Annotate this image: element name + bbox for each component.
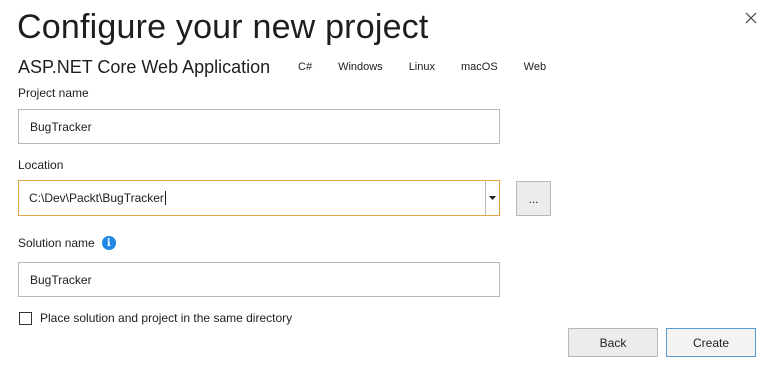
location-dropdown-button[interactable] [485,181,499,215]
tag-platform-windows: Windows [338,61,383,73]
location-combobox[interactable]: C:\Dev\Packt\BugTracker [18,180,500,216]
tag-platform-linux: Linux [408,61,435,73]
back-button[interactable]: Back [568,328,658,357]
page-title: Configure your new project [17,8,429,46]
chevron-down-icon [489,196,496,200]
location-label: Location [18,158,64,172]
tag-project-type: Web [523,61,547,73]
solution-name-value: BugTracker [30,272,92,287]
tag-language: C# [298,61,313,73]
project-name-value: BugTracker [30,119,92,134]
solution-name-field[interactable]: BugTracker [18,262,500,297]
solution-name-label: Solution name [18,236,95,250]
same-directory-checkbox[interactable] [19,311,32,325]
project-template-name: ASP.NET Core Web Application [18,57,271,77]
browse-location-button[interactable]: ... [516,181,551,216]
create-button[interactable]: Create [666,328,756,357]
info-icon[interactable]: i [101,236,116,250]
location-value: C:\Dev\Packt\BugTracker [29,191,164,205]
solution-name-label-row: Solution name i [18,236,116,250]
tag-platform-macos: macOS [460,61,498,73]
same-directory-option[interactable]: Place solution and project in the same d… [19,311,292,325]
template-tags: C# Windows Linux macOS Web [298,61,572,73]
project-name-field[interactable]: BugTracker [18,109,500,144]
same-directory-label: Place solution and project in the same d… [40,311,293,325]
project-name-label: Project name [18,86,89,100]
close-icon[interactable] [743,10,759,26]
text-cursor [164,191,166,205]
